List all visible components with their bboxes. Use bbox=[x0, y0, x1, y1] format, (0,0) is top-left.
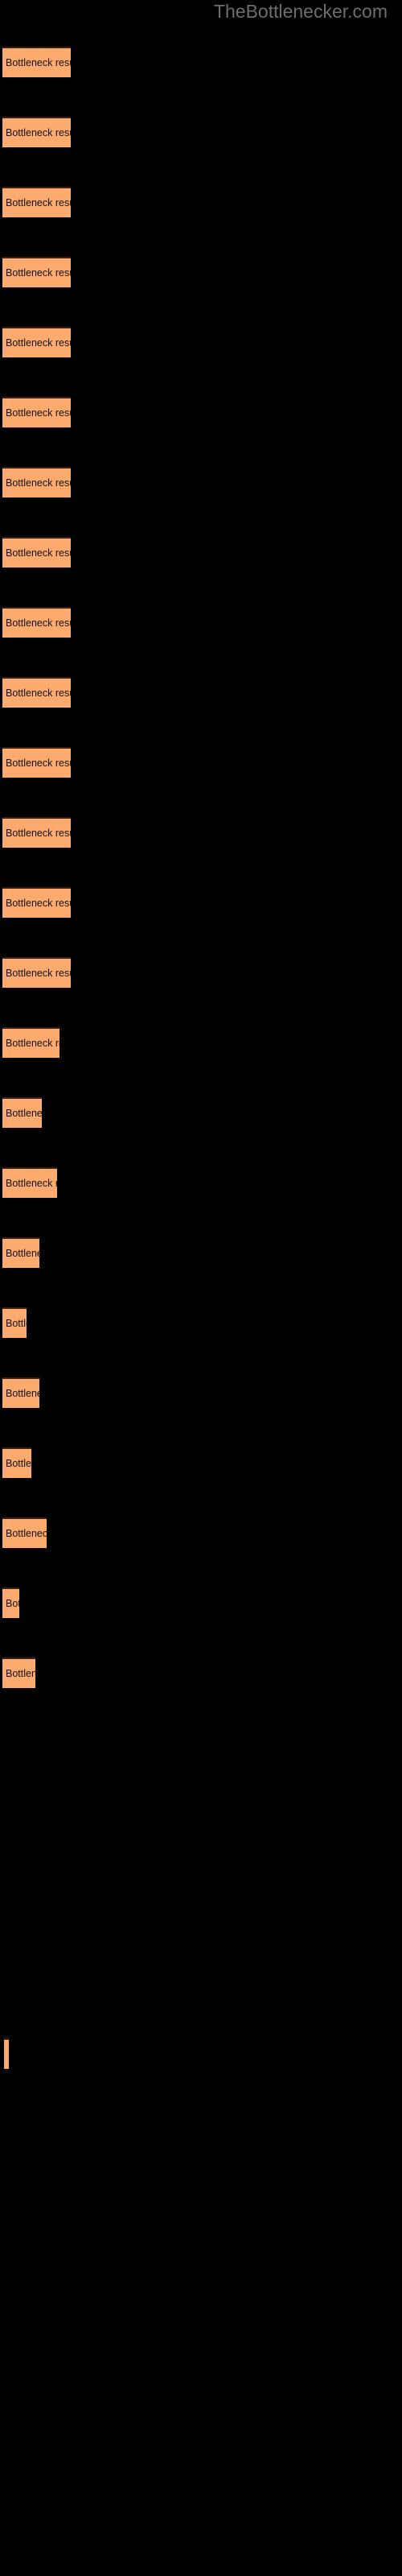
bar-row: Bottleneck result bbox=[2, 257, 71, 287]
bar-row: Bottleneck result bbox=[2, 1237, 39, 1268]
bar-value-label: Bottleneck result bbox=[6, 1318, 27, 1329]
bar-row: Bottleneck result bbox=[2, 1517, 47, 1548]
bar-value-label: Bottleneck result bbox=[6, 1668, 35, 1679]
bar-value-label: Bottleneck result bbox=[6, 1388, 39, 1399]
bar-value-label: Bottleneck result bbox=[6, 1108, 42, 1119]
bar-row: Bottleneck result bbox=[2, 1167, 57, 1198]
bar-row: Bottleneck result bbox=[2, 817, 71, 848]
bar-row: Bottleneck result bbox=[2, 677, 71, 708]
bar-value-label: Bottleneck result bbox=[6, 828, 71, 839]
bar-row: Bottleneck result bbox=[2, 1307, 27, 1338]
bar-value-label: Bottleneck result bbox=[6, 127, 71, 138]
bar-row: Bottleneck result bbox=[2, 1587, 19, 1618]
bar-value-label: Bottleneck result bbox=[6, 687, 71, 699]
bar-value-label: Bottleneck result bbox=[6, 968, 71, 979]
bar-value-label: Bottleneck result bbox=[6, 1528, 47, 1539]
bar-row: Bottleneck result bbox=[2, 1377, 39, 1408]
bar-row: Bottleneck result bbox=[2, 887, 71, 918]
bar-row: Bottleneck result bbox=[2, 467, 71, 497]
bar-row: Bottleneck result bbox=[2, 1027, 59, 1058]
bar-row: Bottleneck result bbox=[2, 537, 71, 568]
bar-row: Bottleneck result bbox=[2, 47, 71, 77]
bar-row: Bottleneck result bbox=[2, 607, 71, 638]
bar-value-label: Bottleneck result bbox=[6, 267, 71, 279]
bar-row: Bottleneck result bbox=[2, 327, 71, 357]
bar-value-label: Bottleneck result bbox=[6, 1598, 19, 1609]
bar-value-label: Bottleneck result bbox=[6, 547, 71, 559]
bar-row: Bottleneck result bbox=[2, 1447, 31, 1478]
bar-value-label: Bottleneck result bbox=[6, 1038, 59, 1049]
bar-row: Bottleneck result bbox=[2, 397, 71, 427]
bar-row: Bottleneck result bbox=[2, 187, 71, 217]
bottleneck-chart: TheBottlenecker.com Bottleneck resultBot… bbox=[0, 0, 402, 2576]
bar-value-label: Bottleneck result bbox=[6, 1178, 57, 1189]
legend-color-swatch bbox=[4, 2038, 9, 2069]
bar-value-label: Bottleneck result bbox=[6, 337, 71, 349]
bar-row: Bottleneck result bbox=[2, 957, 71, 988]
bar-row: Bottleneck result bbox=[2, 117, 71, 147]
bar-row: Bottleneck result bbox=[2, 1097, 42, 1128]
bar-value-label: Bottleneck result bbox=[6, 197, 71, 208]
bar-value-label: Bottleneck result bbox=[6, 1458, 31, 1469]
bar-value-label: Bottleneck result bbox=[6, 407, 71, 419]
bar-series-layer: Bottleneck result Bottleneck result Bottle… bbox=[0, 0, 402, 2576]
bar-row: Bottleneck result bbox=[2, 1657, 35, 1688]
bar-value-label: Bottleneck result bbox=[6, 898, 71, 909]
bar-value-label: Bottleneck result bbox=[6, 57, 71, 68]
bar-value-label: Bottleneck result bbox=[6, 617, 71, 629]
bar-row: Bottleneck result bbox=[2, 747, 71, 778]
bar-value-label: Bottleneck result bbox=[6, 758, 71, 769]
bar-value-label: Bottleneck result bbox=[6, 477, 71, 489]
bar-value-label: Bottleneck result bbox=[6, 1248, 39, 1259]
